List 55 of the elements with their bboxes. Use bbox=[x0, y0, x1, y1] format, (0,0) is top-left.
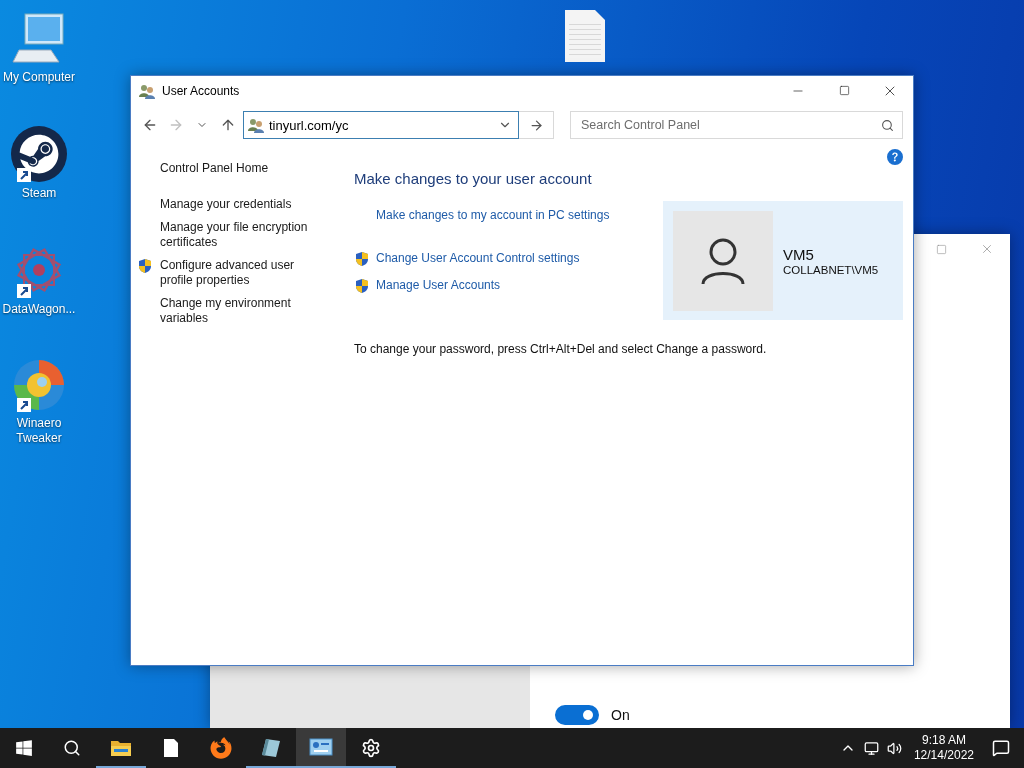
shield-icon bbox=[354, 278, 370, 294]
gear-icon bbox=[361, 738, 381, 758]
computer-icon bbox=[11, 12, 67, 64]
search-icon[interactable] bbox=[881, 118, 894, 132]
window-title: User Accounts bbox=[162, 83, 241, 98]
notification-icon[interactable] bbox=[992, 739, 1010, 757]
desktop-icon-label[interactable]: Winaero Tweaker bbox=[0, 416, 78, 446]
folder-icon bbox=[110, 739, 132, 757]
task-link[interactable]: Change User Account Control settings bbox=[376, 251, 580, 266]
sidebar-link[interactable]: Configure advanced user profile properties bbox=[160, 258, 316, 288]
star-pattern-icon bbox=[14, 245, 64, 295]
shortcut-arrow-icon bbox=[17, 398, 31, 412]
toggle-switch[interactable] bbox=[555, 705, 599, 725]
desktop-icon-label[interactable]: My Computer bbox=[0, 70, 78, 85]
sidebar-link[interactable]: Control Panel Home bbox=[160, 161, 269, 176]
shortcut-arrow-icon bbox=[17, 284, 31, 298]
task-link[interactable]: Manage User Accounts bbox=[376, 278, 501, 293]
notebook-icon bbox=[260, 737, 282, 759]
shortcut-arrow-icon bbox=[17, 168, 31, 182]
network-icon[interactable] bbox=[863, 740, 879, 756]
windows-logo-icon[interactable] bbox=[15, 739, 33, 757]
go-button[interactable] bbox=[519, 111, 554, 139]
document-icon bbox=[163, 738, 179, 758]
firefox-icon bbox=[210, 737, 232, 759]
clock-date[interactable]: 12/14/2022 bbox=[913, 748, 974, 763]
password-note: To change your password, press Ctrl+Alt+Del and select Change a password. bbox=[354, 342, 768, 356]
clock-time[interactable]: 9:18 AM bbox=[921, 733, 966, 748]
users-icon bbox=[247, 117, 265, 133]
toggle-label: On bbox=[611, 706, 630, 725]
users-icon bbox=[138, 82, 156, 99]
sidebar-link[interactable]: Manage your credentials bbox=[160, 197, 292, 212]
steam-icon bbox=[11, 126, 67, 182]
page-heading: Make changes to your user account bbox=[354, 170, 593, 188]
help-icon[interactable] bbox=[887, 149, 903, 165]
sidebar-link[interactable]: Manage your file encryption certificates bbox=[160, 220, 316, 250]
account-name: VM5 bbox=[783, 245, 815, 264]
sidebar-link[interactable]: Change my environment variables bbox=[160, 296, 316, 326]
desktop-icon-label[interactable]: DataWagon... bbox=[0, 302, 78, 317]
shield-icon bbox=[137, 258, 153, 274]
search-icon[interactable] bbox=[63, 739, 81, 757]
volume-icon[interactable] bbox=[886, 740, 902, 756]
account-domain: COLLABNET\VM5 bbox=[783, 263, 879, 276]
user-silhouette-icon bbox=[700, 236, 746, 285]
address-field[interactable]: tinyurl.com/yc bbox=[243, 111, 519, 139]
desktop-icon-label[interactable]: Steam bbox=[0, 186, 78, 201]
search-input[interactable]: Search Control Panel bbox=[579, 117, 881, 133]
swirl-icon bbox=[12, 358, 66, 412]
arrow-right-icon[interactable] bbox=[528, 117, 544, 133]
maximize-icon[interactable] bbox=[838, 85, 850, 96]
taskbar-app-button[interactable] bbox=[296, 728, 346, 768]
task-link[interactable]: Make changes to my account in PC settings bbox=[376, 208, 610, 223]
search-field[interactable]: Search Control Panel bbox=[570, 111, 903, 139]
text-file-icon[interactable] bbox=[565, 10, 605, 62]
shield-icon bbox=[354, 251, 370, 267]
control-panel-icon bbox=[309, 738, 333, 758]
